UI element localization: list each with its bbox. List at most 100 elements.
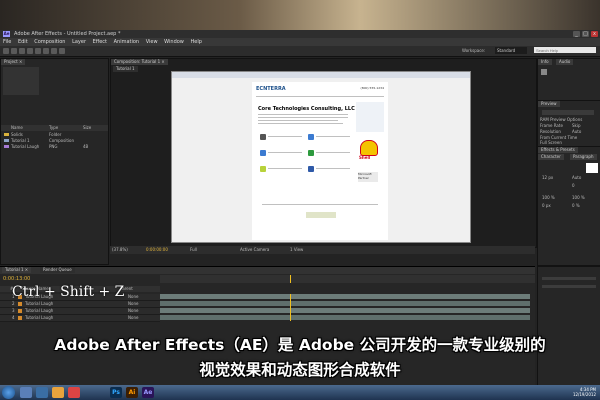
hand-tool-icon[interactable] [11, 48, 17, 54]
minimize-button[interactable]: _ [573, 31, 580, 37]
layer-parent[interactable]: None [128, 294, 138, 299]
tab-composition[interactable]: Composition: Tutorial 1 × [111, 59, 168, 65]
image-file-icon [4, 145, 9, 148]
layer-duration-bar[interactable] [160, 294, 530, 299]
pan-behind-tool-icon[interactable] [43, 48, 49, 54]
image-layer-icon [18, 316, 22, 320]
leading-value[interactable]: Auto [572, 175, 581, 180]
rotate-tool-icon[interactable] [27, 48, 33, 54]
tab-timeline-comp[interactable]: Tutorial 1 × [2, 267, 32, 273]
divider [262, 204, 378, 205]
photoshop-icon[interactable]: Ps [110, 387, 122, 398]
menu-file[interactable]: File [3, 39, 11, 45]
website-heading: Core Technologies Consulting, LLC [258, 106, 355, 112]
table-row[interactable]: 4 Tutorial Laugh None [0, 315, 160, 322]
tab-audio[interactable]: Audio [556, 59, 574, 65]
list-item[interactable]: Tutorial 1 Composition [1, 138, 108, 143]
system-clock[interactable]: 4:34 PM 12/19/2012 [573, 387, 596, 397]
col-type[interactable]: Type [49, 125, 58, 130]
project-columns: Name Type Size [1, 125, 108, 131]
workspace-select[interactable]: Standard [495, 47, 527, 54]
tab-comp-tutorial[interactable]: Tutorial 1 [113, 66, 138, 72]
tab-project[interactable]: Project × [1, 59, 26, 65]
views-select[interactable]: 1 View [290, 247, 303, 252]
table-row[interactable]: 3 Tutorial Laugh None [0, 308, 160, 315]
ae-logo-icon: Ae [3, 31, 10, 37]
start-button-icon[interactable] [2, 386, 15, 399]
taskbar: Ps Ai Ae 4:34 PM 12/19/2012 [0, 385, 600, 400]
search-help-input[interactable] [534, 47, 596, 53]
text-line [258, 117, 348, 118]
menu-view[interactable]: View [146, 39, 158, 45]
full-screen-checkbox[interactable]: Full Screen [540, 140, 562, 145]
layer-parent[interactable]: None [128, 308, 138, 313]
table-row[interactable]: 2 Tutorial Laugh None [0, 301, 160, 308]
panel-control[interactable] [542, 285, 596, 288]
menu-composition[interactable]: Composition [34, 39, 65, 45]
tab-paragraph[interactable]: Paragraph [570, 154, 597, 160]
image-layer-icon [18, 302, 22, 306]
comp-frame[interactable]: ECNTERRA (800) 555-1234 Core Technologie… [171, 71, 471, 243]
list-item[interactable]: Solids Folder [1, 132, 108, 137]
frame-rate-label: Frame Rate [540, 123, 563, 128]
pen-tool-icon[interactable] [51, 48, 57, 54]
viewer-timecode[interactable]: 0:00:00:00 [146, 247, 168, 252]
browser-icon[interactable] [68, 387, 80, 398]
current-time-display[interactable]: 0:00:13:00 [3, 276, 30, 282]
menu-window[interactable]: Window [164, 39, 184, 45]
selection-tool-icon[interactable] [3, 48, 9, 54]
playhead[interactable] [290, 275, 291, 283]
time-ruler[interactable] [160, 275, 535, 283]
menu-layer[interactable]: Layer [72, 39, 86, 45]
maximize-button[interactable]: □ [582, 31, 589, 37]
panel-control[interactable] [542, 277, 596, 280]
ram-preview-options: RAM Preview Options [540, 117, 583, 122]
col-size[interactable]: Size [83, 125, 91, 130]
folder-icon[interactable] [52, 387, 64, 398]
project-item-type: Composition [49, 138, 74, 143]
tab-preview[interactable]: Preview [538, 101, 560, 107]
vertical-scale-value[interactable]: 100 % [542, 195, 555, 200]
close-button[interactable]: x [591, 31, 598, 37]
menu-effect[interactable]: Effect [93, 39, 107, 45]
tab-character[interactable]: Character [538, 154, 564, 160]
layer-duration-bar[interactable] [160, 301, 530, 306]
layer-duration-bar[interactable] [160, 308, 530, 313]
resolution-select[interactable]: Full [190, 247, 197, 252]
zoom-tool-icon[interactable] [19, 48, 25, 54]
text-tool-icon[interactable] [59, 48, 65, 54]
horizontal-scale-value[interactable]: 100 % [572, 195, 585, 200]
font-size-value[interactable]: 12 px [542, 175, 553, 180]
auto-select[interactable]: Auto [572, 129, 581, 134]
col-name[interactable]: Name [11, 125, 23, 130]
playback-controls[interactable] [542, 110, 594, 115]
illustrator-icon[interactable]: Ai [126, 387, 138, 398]
tsume-value[interactable]: 0 % [572, 203, 580, 208]
menu-edit[interactable]: Edit [18, 39, 28, 45]
tab-info[interactable]: Info [538, 59, 552, 65]
layer-parent[interactable]: None [128, 301, 138, 306]
text-line [258, 120, 338, 121]
tab-effects-presets[interactable]: Effects & Presets [538, 147, 578, 153]
subtitle-line-2: 视觉效果和动态图形合成软件 [199, 361, 401, 379]
camera-tool-icon[interactable] [35, 48, 41, 54]
media-player-icon[interactable] [36, 387, 48, 398]
explorer-icon[interactable] [20, 387, 32, 398]
camera-select[interactable]: Active Camera [240, 247, 269, 252]
after-effects-icon[interactable]: Ae [142, 387, 154, 398]
layer-parent[interactable]: None [128, 315, 138, 320]
menu-help[interactable]: Help [190, 39, 201, 45]
zoom-select[interactable]: (37.8%) [112, 247, 128, 252]
fill-color-swatch[interactable] [586, 163, 598, 173]
current-time-indicator[interactable] [290, 294, 291, 321]
service-icon [260, 150, 266, 156]
layer-duration-bar[interactable] [160, 315, 530, 320]
tab-render-queue[interactable]: Render Queue [40, 267, 75, 273]
composition-viewer: Composition: Tutorial 1 × Tutorial 1 ECN… [110, 58, 537, 248]
tracking-value[interactable]: 0 [572, 183, 575, 188]
list-item[interactable]: Tutorial Laugh PNG 4B [1, 144, 108, 149]
baseline-shift-value[interactable]: 0 px [542, 203, 551, 208]
image-layer-icon [18, 309, 22, 313]
menu-animation[interactable]: Animation [114, 39, 140, 45]
tools-bar: Workspace: Standard [0, 46, 600, 57]
